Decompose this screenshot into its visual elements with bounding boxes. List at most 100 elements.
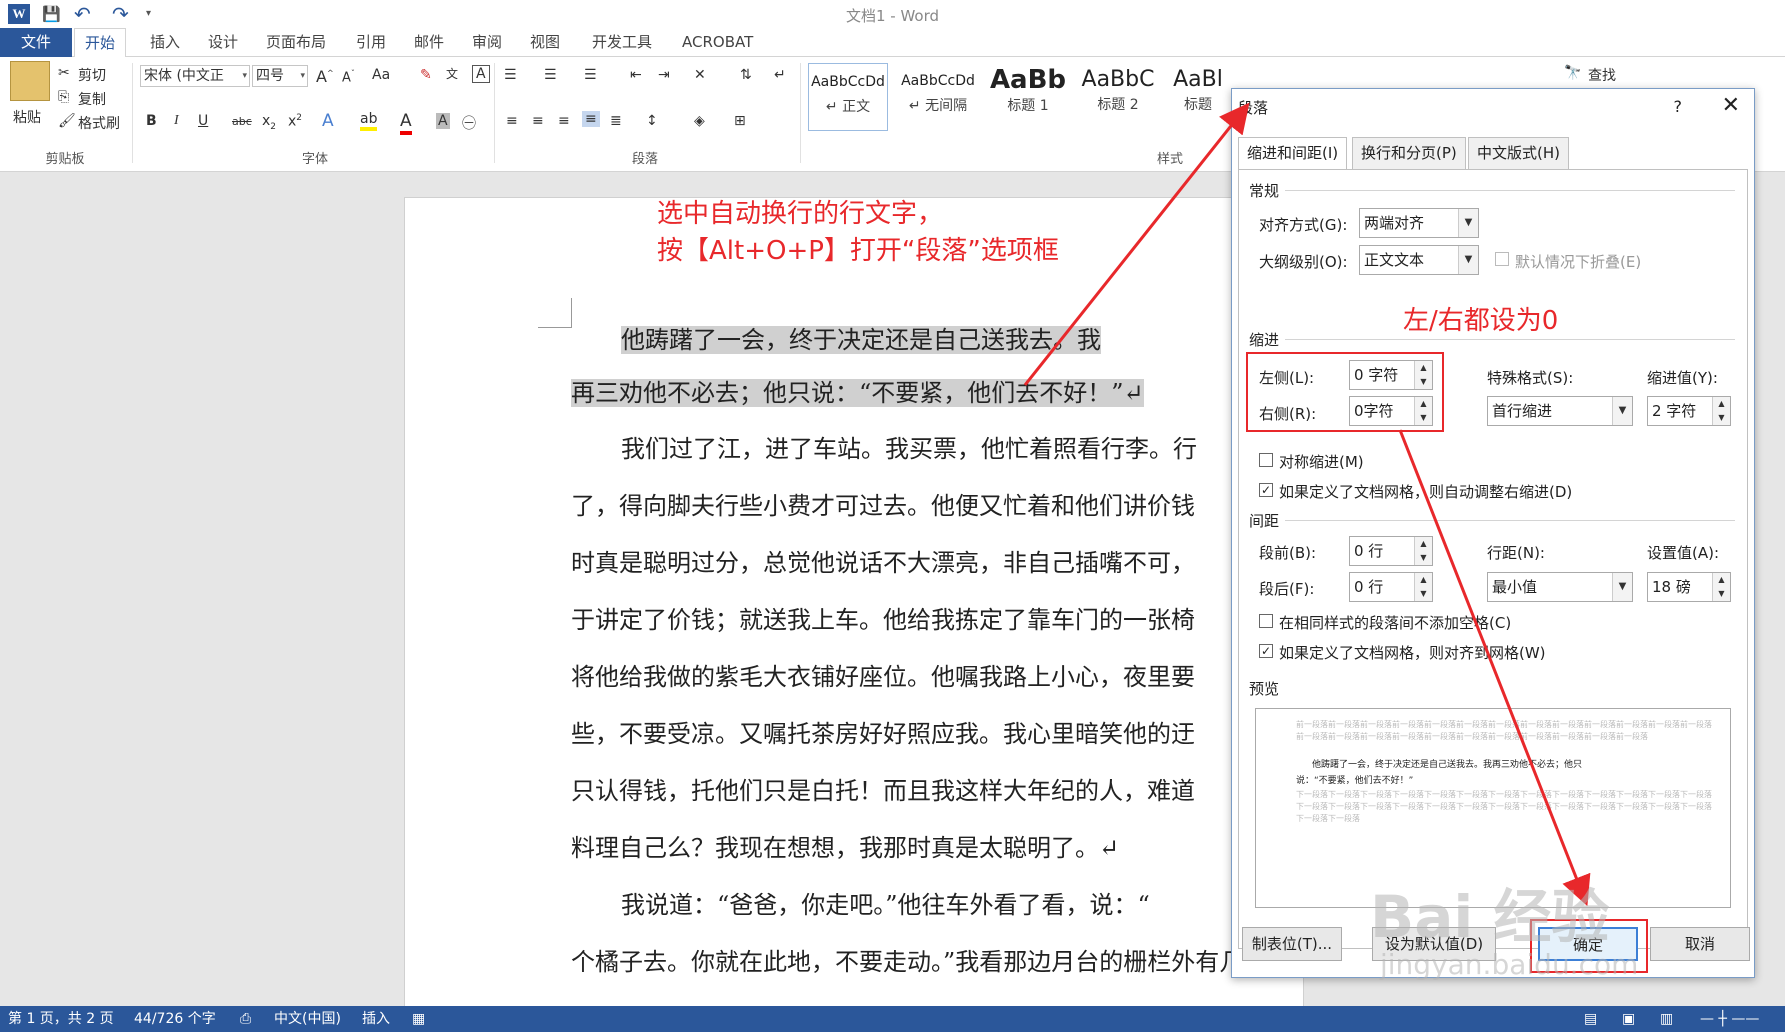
distributed-icon[interactable]: ≣ [610, 113, 622, 129]
increase-indent-icon[interactable]: ⇥ [658, 67, 670, 83]
special-indent-select[interactable]: 首行缩进 ▼ [1487, 396, 1633, 426]
line-spacing-icon[interactable]: ↕ [646, 113, 658, 129]
doc-line[interactable]: 料理自己么？我现在想想，我那时真是太聪明了。↵ [571, 828, 1119, 863]
doc-line[interactable]: 再三劝他不必去；他只说：“不要紧，他们去不好！”↵ [571, 373, 1144, 408]
indent-by-input[interactable]: 2 字符 ▲ ▼ [1647, 396, 1731, 426]
highlight-icon[interactable]: ab [360, 111, 378, 131]
format-painter-button[interactable]: 格式刷 [78, 113, 120, 133]
doc-line[interactable]: 个橘子去。你就在此地，不要走动。”我看那边月台的栅栏外有几 [571, 942, 1243, 977]
bold-icon[interactable]: B [146, 113, 157, 129]
change-case-button[interactable]: Aa [372, 67, 390, 83]
auto-adjust-checkbox[interactable]: ✓ [1259, 483, 1273, 497]
sort-icon[interactable]: ⇅ [740, 67, 752, 83]
align-center-icon[interactable]: ≡ [532, 113, 544, 129]
proofing-icon[interactable]: ⎙ [240, 1006, 251, 1032]
tabs-button[interactable]: 制表位(T)... [1242, 927, 1342, 961]
style-normal[interactable]: AaBbCcDd ↵ 正文 [808, 63, 888, 131]
shading-icon[interactable]: ◈ [694, 113, 705, 129]
tab-references[interactable]: 引用 [346, 28, 396, 57]
grow-font-icon[interactable]: A^ [316, 67, 334, 86]
align-right-icon[interactable]: ≡ [558, 113, 570, 129]
doc-line[interactable]: 了，得向脚夫行些小费才可过去。他便又忙着和他们讲价钱 [571, 486, 1195, 521]
doc-line[interactable]: 将他给我做的紫毛大衣铺好座位。他嘱我路上小心，夜里要 [571, 657, 1195, 692]
style-title[interactable]: AaBl 标题 [1168, 57, 1228, 125]
line-spacing-select[interactable]: 最小值 ▼ [1487, 572, 1633, 602]
superscript-icon[interactable]: x2 [288, 113, 302, 130]
doc-line[interactable]: 我说道：“爸爸，你走吧。”他往车外看了看，说：“ [621, 885, 1150, 920]
tab-file[interactable]: 文件 [0, 28, 72, 57]
close-button[interactable]: ✕ [1722, 93, 1740, 118]
justify-icon[interactable]: ≡ [582, 111, 600, 127]
doc-line[interactable]: 他踌躇了一会，终于决定还是自己送我去。我 [621, 320, 1101, 355]
find-button[interactable]: 查找 [1588, 65, 1616, 85]
phonetic-guide-icon[interactable]: 文 [446, 65, 458, 82]
tab-developer[interactable]: 开发工具 [582, 28, 662, 57]
enclose-char-icon[interactable]: ㊀ [462, 113, 476, 133]
tab-layout[interactable]: 页面布局 [256, 28, 336, 57]
borders-icon[interactable]: ⊞ [734, 113, 746, 129]
tab-view[interactable]: 视图 [520, 28, 570, 57]
print-layout-icon[interactable]: ▣ [1622, 1006, 1635, 1032]
style-heading-2[interactable]: AaBbC 标题 2 [1078, 57, 1158, 125]
copy-icon[interactable]: ⎘ [58, 89, 69, 105]
subscript-icon[interactable]: x2 [262, 113, 276, 132]
font-face-combo[interactable]: 宋体 (中文正 ▾ [140, 65, 250, 87]
style-no-spacing[interactable]: AaBbCcDd ↵ 无间隔 [898, 63, 978, 131]
snap-to-grid-checkbox[interactable]: ✓ [1259, 644, 1273, 658]
mirror-indent-checkbox[interactable] [1259, 453, 1273, 467]
cancel-button[interactable]: 取消 [1650, 927, 1750, 961]
font-size-combo[interactable]: 四号 ▾ [252, 65, 308, 87]
tab-mailings[interactable]: 邮件 [404, 28, 454, 57]
tab-acrobat[interactable]: ACROBAT [672, 28, 763, 57]
help-button[interactable]: ? [1674, 97, 1683, 116]
char-border-icon[interactable]: A [472, 65, 490, 83]
copy-button[interactable]: 复制 [78, 89, 106, 109]
tab-review[interactable]: 审阅 [462, 28, 512, 57]
read-mode-icon[interactable]: ▤ [1584, 1006, 1597, 1032]
chinese-layout-icon[interactable]: ✕ [694, 67, 706, 83]
alignment-select[interactable]: 两端对齐 ▼ [1359, 208, 1479, 238]
no-space-checkbox[interactable] [1259, 614, 1273, 628]
web-layout-icon[interactable]: ▥ [1660, 1006, 1673, 1032]
tab-indents-spacing[interactable]: 缩进和间距(I) [1238, 137, 1348, 171]
clear-formatting-icon[interactable]: ✎ [420, 67, 432, 83]
bullets-icon[interactable]: ☰ [504, 67, 517, 83]
style-heading-1[interactable]: AaBb 标题 1 [988, 57, 1068, 125]
spacing-at-input[interactable]: 18 磅 ▲ ▼ [1647, 572, 1731, 602]
doc-line[interactable]: 我们过了江，进了车站。我买票，他忙着照看行李。行 [621, 429, 1197, 464]
insert-mode-status[interactable]: 插入 [362, 1006, 390, 1032]
tab-insert[interactable]: 插入 [140, 28, 190, 57]
paste-button[interactable]: 粘贴 [13, 107, 41, 127]
show-marks-icon[interactable]: ↵ [774, 67, 786, 83]
doc-line[interactable]: 于讲定了价钱；就送我上车。他给我拣定了靠车门的一张椅 [571, 600, 1195, 635]
find-icon[interactable]: 🔭 [1564, 65, 1581, 81]
outline-level-select[interactable]: 正文文本 ▼ [1359, 245, 1479, 275]
text-effects-icon[interactable]: A [322, 111, 334, 131]
format-painter-icon[interactable]: 🖌 [58, 113, 76, 129]
multilevel-list-icon[interactable]: ☰ [584, 67, 597, 83]
font-color-icon[interactable]: A [400, 111, 412, 135]
doc-line[interactable]: 时真是聪明过分，总觉他说话不大漂亮，非自己插嘴不可， [571, 543, 1195, 578]
zoom-slider[interactable]: — ┼ —— [1700, 1006, 1759, 1032]
collapse-checkbox[interactable] [1495, 252, 1509, 266]
page-count[interactable]: 第 1 页，共 2 页 [8, 1006, 114, 1032]
word-count[interactable]: 44/726 个字 [134, 1006, 216, 1032]
spacing-after-input[interactable]: 0 行 ▲ ▼ [1349, 572, 1433, 602]
italic-icon[interactable]: I [174, 113, 179, 129]
char-shading-icon[interactable]: A [436, 113, 450, 129]
macro-icon[interactable]: ▦ [412, 1006, 425, 1032]
tab-design[interactable]: 设计 [198, 28, 248, 57]
cut-icon[interactable]: ✂ [58, 65, 70, 81]
underline-icon[interactable]: U [198, 113, 208, 129]
paste-icon[interactable] [10, 61, 50, 101]
decrease-indent-icon[interactable]: ⇤ [630, 67, 642, 83]
language-status[interactable]: 中文(中国) [274, 1006, 341, 1032]
tab-line-page-breaks[interactable]: 换行和分页(P) [1352, 137, 1466, 169]
tab-asian-typography[interactable]: 中文版式(H) [1468, 137, 1569, 169]
doc-line[interactable]: 些，不要受凉。又嘱托茶房好好照应我。我心里暗笑他的迂 [571, 714, 1195, 749]
strikethrough-icon[interactable]: abc [232, 115, 252, 128]
align-left-icon[interactable]: ≡ [506, 113, 518, 129]
doc-line[interactable]: 只认得钱，托他们只是白托！而且我这样大年纪的人，难道 [571, 771, 1195, 806]
shrink-font-icon[interactable]: Aˇ [342, 69, 355, 85]
cut-button[interactable]: 剪切 [78, 65, 106, 85]
